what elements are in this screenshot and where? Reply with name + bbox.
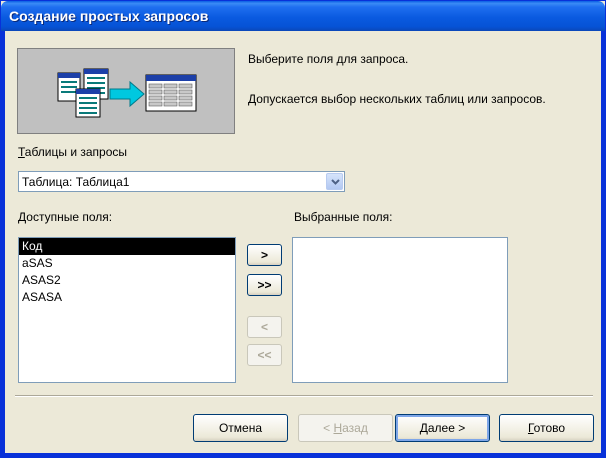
window-border-bottom <box>1 453 605 457</box>
chevron-down-icon <box>331 179 340 185</box>
list-item[interactable]: Код <box>19 238 235 255</box>
selected-fields-label: Выбранные поля: <box>294 210 393 224</box>
query-wizard-dialog: Создание простых запросов Выберите поля … <box>0 0 606 458</box>
tables-combobox[interactable]: Таблица: Таблица1 <box>18 171 345 192</box>
selected-fields-list[interactable] <box>292 237 508 383</box>
tables-combobox-value: Таблица: Таблица1 <box>22 175 130 189</box>
window-title: Создание простых запросов <box>9 8 209 24</box>
tables-to-query-icon <box>57 68 197 118</box>
description-line-1: Выберите поля для запроса. <box>248 52 409 66</box>
cancel-button[interactable]: Отмена <box>193 414 288 442</box>
description-line-2: Допускается выбор нескольких таблиц или … <box>248 92 546 106</box>
available-fields-label: Доступные поля: <box>18 210 112 224</box>
tables-label-accel: Т <box>18 145 25 159</box>
title-bar[interactable]: Создание простых запросов <box>1 1 605 31</box>
wizard-illustration <box>17 48 235 134</box>
remove-all-fields-button[interactable]: << <box>247 344 282 366</box>
window-border-right <box>601 31 605 458</box>
back-button-prefix: < <box>323 421 334 435</box>
back-button-accel: Н <box>333 421 343 435</box>
combobox-dropdown-button[interactable] <box>326 173 343 190</box>
remove-field-button[interactable]: < <box>247 316 282 338</box>
tables-label: Таблицы и запросы <box>18 145 127 159</box>
available-fields-label-rest: оступные поля: <box>26 210 113 224</box>
next-button[interactable]: Далее > <box>395 414 490 442</box>
tables-label-rest: аблицы и запросы <box>24 145 128 159</box>
list-item[interactable]: ASAS2 <box>19 272 235 289</box>
available-fields-list[interactable]: Код aSAS ASAS2 ASASA <box>18 237 236 383</box>
back-button[interactable]: < Назад <box>298 414 393 442</box>
finish-button[interactable]: Готово <box>499 414 594 442</box>
next-button-accel: Д <box>419 421 428 435</box>
window-border-left <box>1 31 5 458</box>
back-button-rest: азад <box>342 421 368 435</box>
add-all-fields-button[interactable]: >> <box>247 274 282 296</box>
add-field-button[interactable]: > <box>247 244 282 266</box>
next-button-rest: алее > <box>427 421 466 435</box>
footer-separator <box>15 395 593 397</box>
finish-button-rest: отово <box>533 421 566 435</box>
list-item[interactable]: ASASA <box>19 289 235 306</box>
list-item[interactable]: aSAS <box>19 255 235 272</box>
